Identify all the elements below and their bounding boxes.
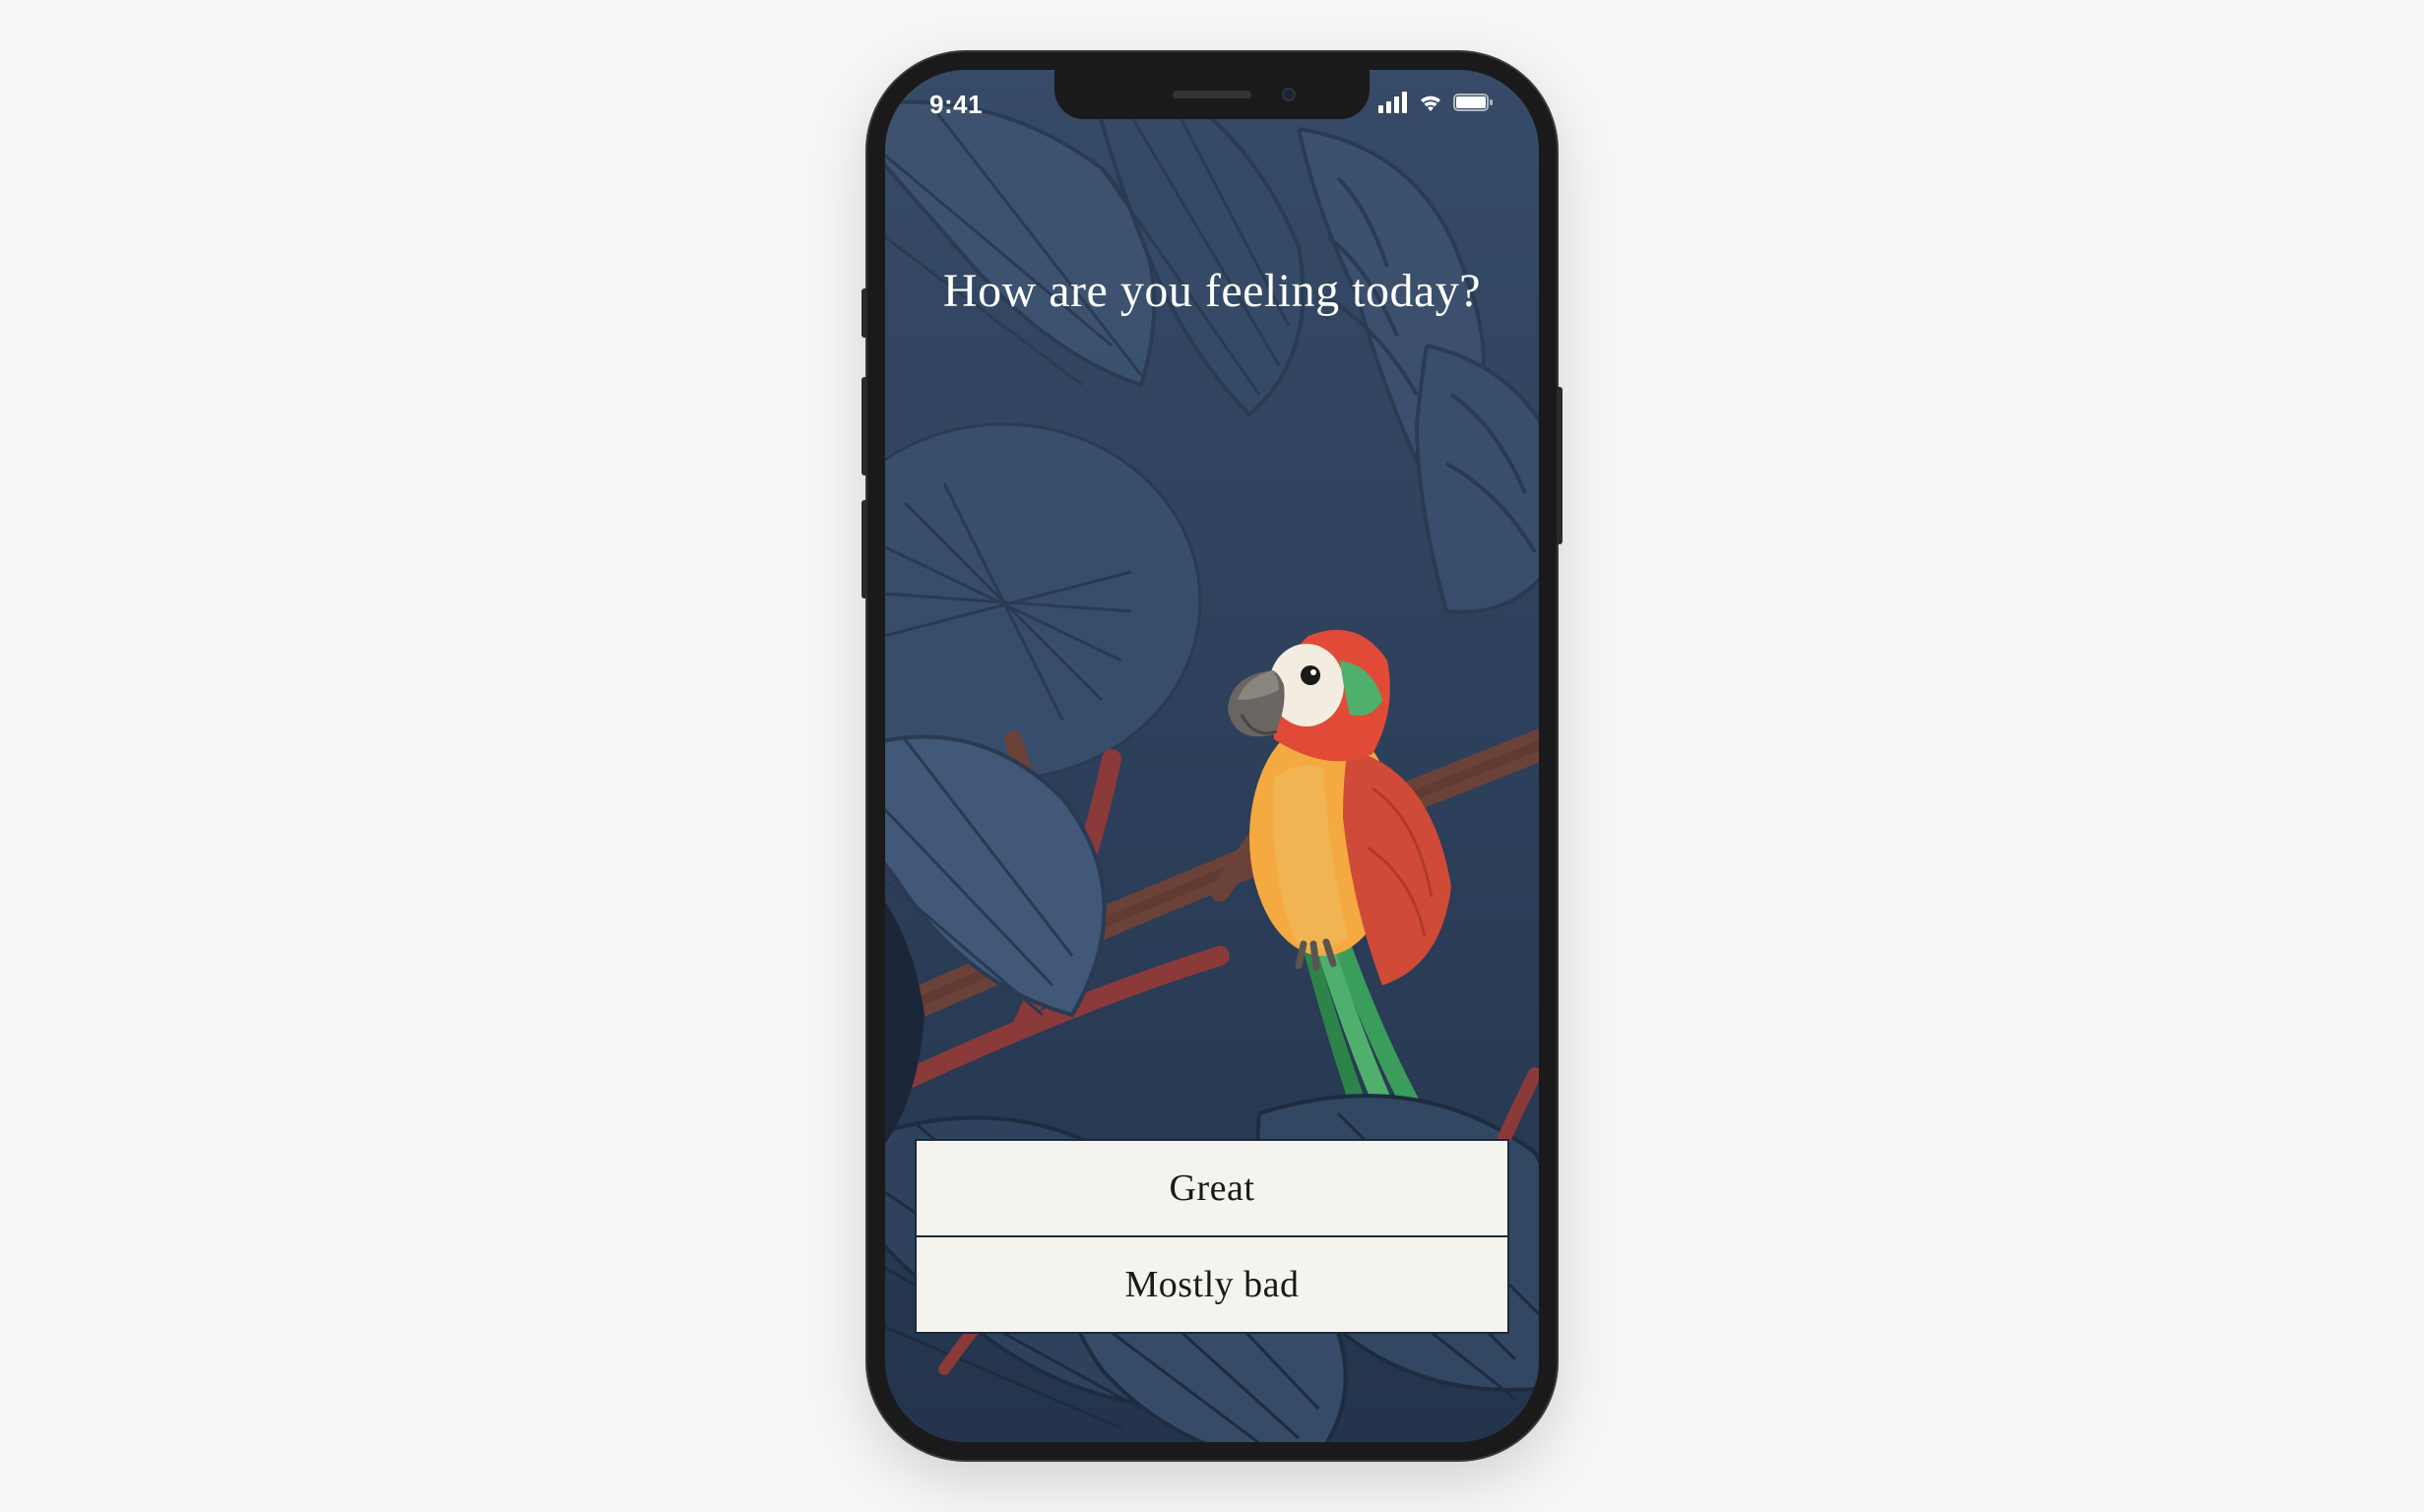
phone-notch	[1054, 70, 1370, 119]
phone-screen: 9:41	[885, 70, 1539, 1442]
option-great-button[interactable]: Great	[915, 1139, 1509, 1235]
question-prompt: How are you feeling today?	[885, 262, 1539, 321]
answer-options: Great Mostly bad	[915, 1139, 1509, 1334]
option-mostly-bad-button[interactable]: Mostly bad	[915, 1235, 1509, 1334]
battery-icon	[1453, 92, 1495, 118]
cellular-signal-icon	[1378, 92, 1408, 118]
status-time: 9:41	[929, 90, 983, 120]
wifi-icon	[1416, 92, 1445, 118]
phone-device-frame: 9:41	[867, 52, 1557, 1460]
status-icons	[1378, 92, 1495, 118]
